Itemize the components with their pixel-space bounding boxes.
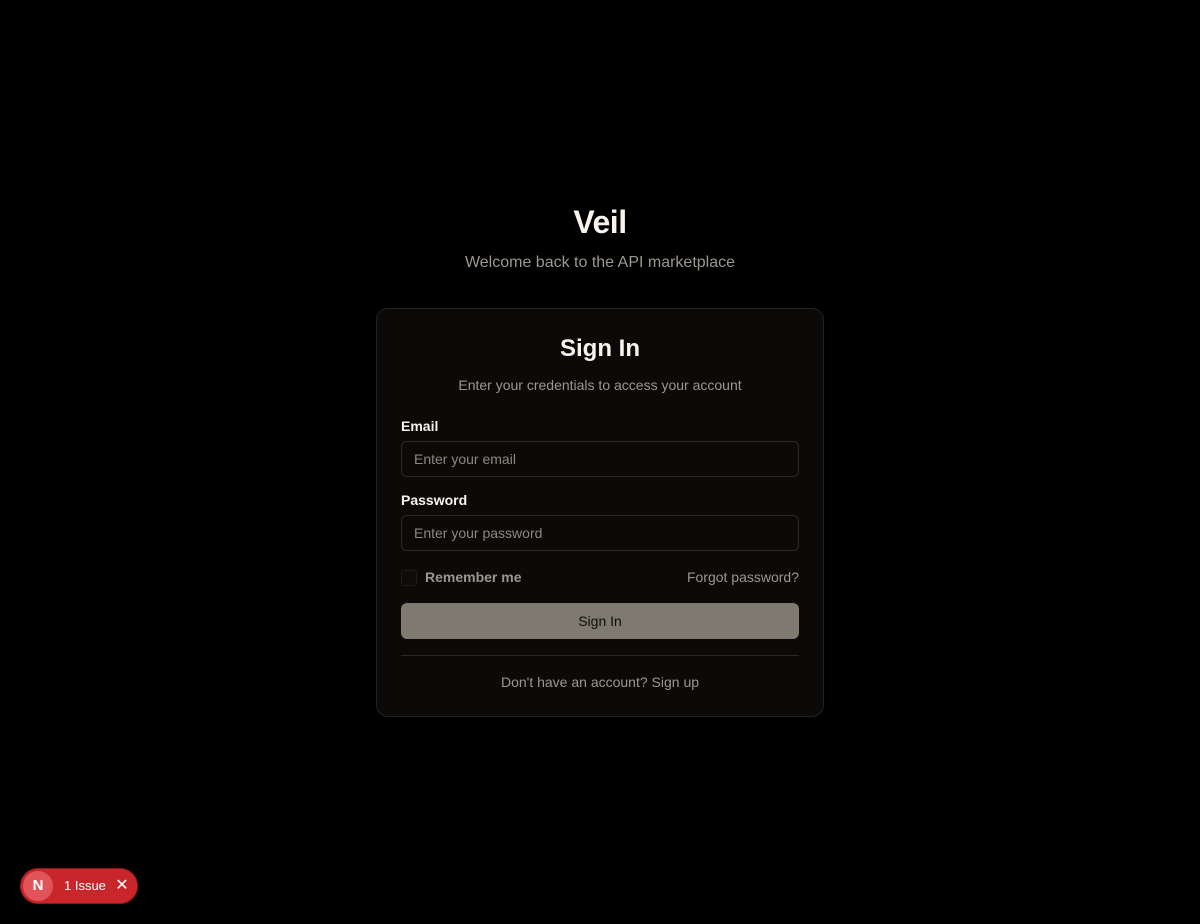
dev-issues-badge[interactable]: N 1 Issue ✕ (20, 868, 138, 904)
brand-title: Veil (573, 204, 627, 240)
signup-prompt-row: Don't have an account? Sign up (377, 674, 823, 690)
sign-in-button[interactable]: Sign In (401, 603, 799, 639)
sign-in-card: Sign In Enter your credentials to access… (376, 308, 824, 717)
brand-tagline: Welcome back to the API marketplace (464, 254, 736, 271)
remember-row: Remember me Forgot password? (401, 569, 799, 587)
password-input[interactable] (401, 515, 799, 551)
signup-prompt: Don't have an account? (500, 674, 652, 690)
remember-me-label[interactable]: Remember me (425, 569, 522, 585)
card-title: Sign In (560, 335, 640, 362)
nextjs-logo-icon[interactable]: N (23, 871, 53, 901)
close-icon[interactable]: ✕ (112, 876, 132, 896)
card-description: Enter your credentials to access your ac… (458, 377, 742, 393)
email-input[interactable] (401, 441, 799, 477)
email-label: Email (401, 418, 439, 434)
sign-up-link[interactable]: Sign up (652, 674, 699, 690)
divider (401, 655, 799, 656)
password-label: Password (401, 492, 468, 508)
remember-me-checkbox[interactable] (401, 570, 417, 586)
forgot-password-link[interactable]: Forgot password? (687, 569, 799, 585)
issues-count-label[interactable]: 1 Issue (64, 878, 106, 893)
